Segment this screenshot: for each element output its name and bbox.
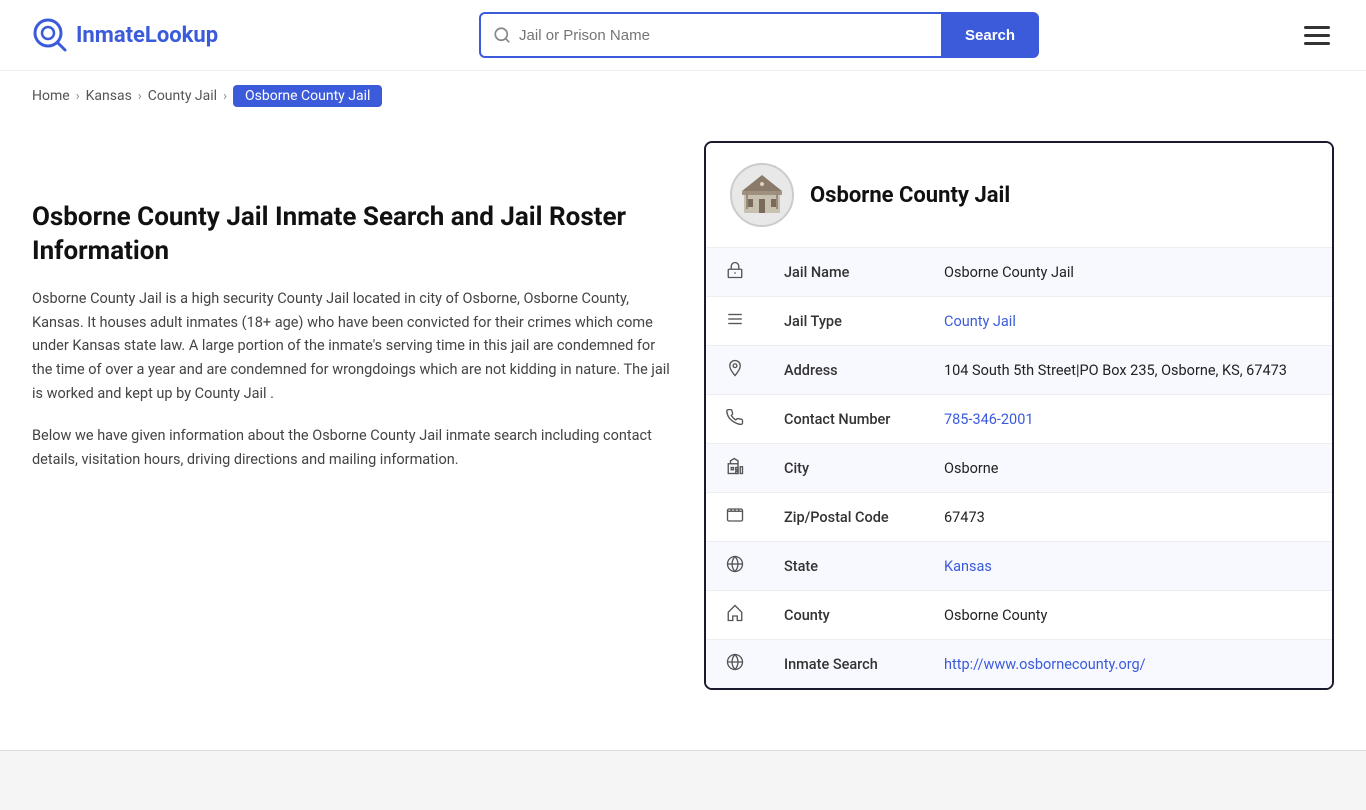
info-label: State bbox=[764, 542, 924, 591]
info-value: Osborne County bbox=[944, 607, 1047, 624]
info-label: Jail Name bbox=[764, 248, 924, 297]
info-table: Jail Name Osborne County Jail Jail Type … bbox=[706, 248, 1332, 688]
breadcrumb: Home › Kansas › County Jail › Osborne Co… bbox=[0, 71, 1366, 121]
search-input-wrapper bbox=[479, 12, 941, 58]
breadcrumb-current: Osborne County Jail bbox=[233, 85, 382, 107]
hamburger-line-3 bbox=[1304, 42, 1330, 45]
table-row: Address 104 South 5th Street|PO Box 235,… bbox=[706, 346, 1332, 395]
footer-bar bbox=[0, 750, 1366, 810]
info-value: Osborne bbox=[944, 460, 998, 477]
table-row: Zip/Postal Code 67473 bbox=[706, 493, 1332, 542]
info-label: Inmate Search bbox=[764, 640, 924, 689]
jail-avatar bbox=[730, 163, 794, 227]
info-value-cell[interactable]: http://www.osbornecounty.org/ bbox=[924, 640, 1332, 689]
table-row: Jail Name Osborne County Jail bbox=[706, 248, 1332, 297]
info-label: Contact Number bbox=[764, 395, 924, 444]
zip-icon bbox=[706, 493, 764, 542]
table-row: County Osborne County bbox=[706, 591, 1332, 640]
info-value-cell[interactable]: Kansas bbox=[924, 542, 1332, 591]
page-description-1: Osborne County Jail is a high security C… bbox=[32, 287, 672, 407]
info-label: Address bbox=[764, 346, 924, 395]
info-label: County bbox=[764, 591, 924, 640]
info-label: City bbox=[764, 444, 924, 493]
breadcrumb-sep-2: › bbox=[138, 89, 142, 104]
info-link[interactable]: 785-346-2001 bbox=[944, 411, 1034, 428]
info-card: Osborne County Jail Jail Name Osborne Co… bbox=[704, 141, 1334, 690]
header: InmateLookup Search bbox=[0, 0, 1366, 71]
table-row: Contact Number 785-346-2001 bbox=[706, 395, 1332, 444]
list-icon bbox=[706, 297, 764, 346]
table-row: Inmate Search http://www.osbornecounty.o… bbox=[706, 640, 1332, 689]
breadcrumb-sep-1: › bbox=[76, 89, 80, 104]
main-content: Osborne County Jail Inmate Search and Ja… bbox=[0, 121, 1366, 730]
info-link[interactable]: County Jail bbox=[944, 313, 1016, 330]
page-description-2: Below we have given information about th… bbox=[32, 424, 672, 472]
info-link[interactable]: http://www.osbornecounty.org/ bbox=[944, 656, 1146, 673]
hamburger-line-1 bbox=[1304, 26, 1330, 29]
menu-button[interactable] bbox=[1300, 22, 1334, 49]
info-value-cell: Osborne bbox=[924, 444, 1332, 493]
hamburger-line-2 bbox=[1304, 34, 1330, 37]
globe-icon bbox=[706, 542, 764, 591]
info-value: 67473 bbox=[944, 509, 985, 526]
page-title: Osborne County Jail Inmate Search and Ja… bbox=[32, 201, 672, 269]
info-value-cell: 67473 bbox=[924, 493, 1332, 542]
city-icon bbox=[706, 444, 764, 493]
card-jail-name: Osborne County Jail bbox=[810, 183, 1010, 208]
info-value: 104 South 5th Street|PO Box 235, Osborne… bbox=[944, 362, 1287, 379]
logo-icon bbox=[32, 17, 68, 53]
info-value-cell: Osborne County Jail bbox=[924, 248, 1332, 297]
info-link[interactable]: Kansas bbox=[944, 558, 992, 575]
logo[interactable]: InmateLookup bbox=[32, 17, 218, 53]
logo-text: InmateLookup bbox=[76, 23, 218, 48]
search-icon bbox=[493, 26, 511, 44]
search-area: Search bbox=[479, 12, 1039, 58]
info-value-cell[interactable]: County Jail bbox=[924, 297, 1332, 346]
search-input[interactable] bbox=[519, 27, 929, 44]
info-label: Zip/Postal Code bbox=[764, 493, 924, 542]
table-row: Jail Type County Jail bbox=[706, 297, 1332, 346]
card-header: Osborne County Jail bbox=[706, 143, 1332, 248]
breadcrumb-home[interactable]: Home bbox=[32, 88, 70, 104]
info-value-cell[interactable]: 785-346-2001 bbox=[924, 395, 1332, 444]
table-row: State Kansas bbox=[706, 542, 1332, 591]
info-label: Jail Type bbox=[764, 297, 924, 346]
jail-icon bbox=[706, 248, 764, 297]
county-icon bbox=[706, 591, 764, 640]
info-value-cell: 104 South 5th Street|PO Box 235, Osborne… bbox=[924, 346, 1332, 395]
breadcrumb-type[interactable]: County Jail bbox=[148, 88, 217, 104]
breadcrumb-sep-3: › bbox=[223, 89, 227, 104]
jail-building-icon bbox=[738, 171, 786, 219]
breadcrumb-state[interactable]: Kansas bbox=[86, 88, 132, 104]
table-row: City Osborne bbox=[706, 444, 1332, 493]
search-button[interactable]: Search bbox=[941, 12, 1039, 58]
left-column: Osborne County Jail Inmate Search and Ja… bbox=[32, 121, 672, 690]
search-globe-icon bbox=[706, 640, 764, 689]
phone-icon bbox=[706, 395, 764, 444]
right-column: Osborne County Jail Jail Name Osborne Co… bbox=[704, 121, 1334, 690]
info-value-cell: Osborne County bbox=[924, 591, 1332, 640]
info-value: Osborne County Jail bbox=[944, 264, 1074, 281]
location-icon bbox=[706, 346, 764, 395]
